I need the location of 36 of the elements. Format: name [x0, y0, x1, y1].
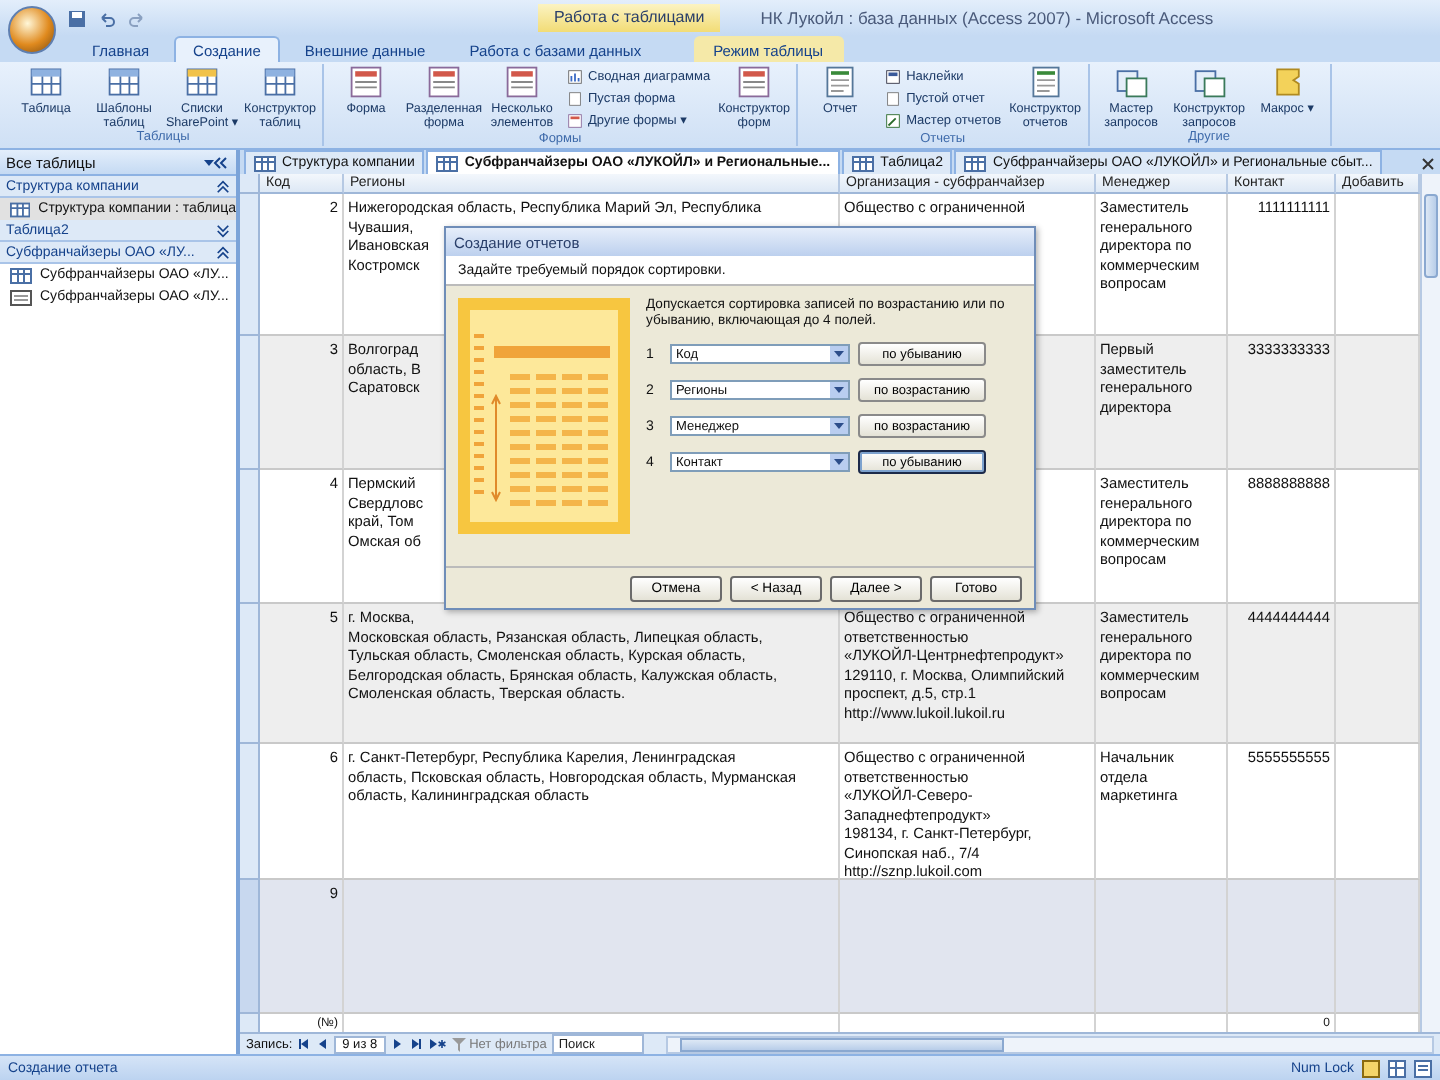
view-icon[interactable] [1388, 1059, 1406, 1077]
chevron-up-icon [216, 179, 230, 193]
table-icon [10, 201, 31, 217]
collapse-icon[interactable] [202, 155, 230, 169]
chart-icon [566, 67, 584, 85]
window-title: НК Лукойл : база данных (Access 2007) - Microsoft Access [760, 8, 1214, 28]
save-icon[interactable] [68, 9, 86, 27]
dropdown-arrow-icon [834, 386, 844, 394]
form-icon [10, 289, 32, 305]
close-icon[interactable] [1422, 158, 1434, 170]
dropdown-arrow-icon [834, 422, 844, 430]
next-record-icon[interactable] [391, 1038, 404, 1050]
dropdown-arrow-icon [834, 458, 844, 466]
table-icon [254, 155, 276, 171]
horizontal-scrollbar[interactable] [666, 1035, 1434, 1053]
dropdown-arrow-icon [834, 350, 844, 358]
vertical-scrollbar[interactable] [1420, 174, 1440, 1032]
view-icon[interactable] [1362, 1059, 1380, 1077]
last-record-icon[interactable] [409, 1038, 422, 1050]
form-icon [348, 64, 384, 100]
view-icon[interactable] [1414, 1059, 1432, 1077]
chevron-down-icon [216, 223, 230, 237]
first-record-icon[interactable] [298, 1038, 311, 1050]
table-icon [852, 155, 875, 171]
previous-record-icon[interactable] [316, 1038, 329, 1050]
table-icon [10, 267, 32, 283]
context-caption: Работа с таблицами [538, 4, 721, 32]
table-icon [964, 155, 987, 171]
table-cell [1336, 880, 1420, 1014]
chevron-up-icon [216, 245, 230, 259]
report-icon [822, 64, 859, 100]
redo-icon[interactable] [128, 9, 146, 27]
undo-icon[interactable] [98, 9, 116, 27]
office-button[interactable] [8, 6, 56, 54]
table-icon [436, 155, 459, 171]
new-record-icon[interactable] [427, 1038, 446, 1050]
